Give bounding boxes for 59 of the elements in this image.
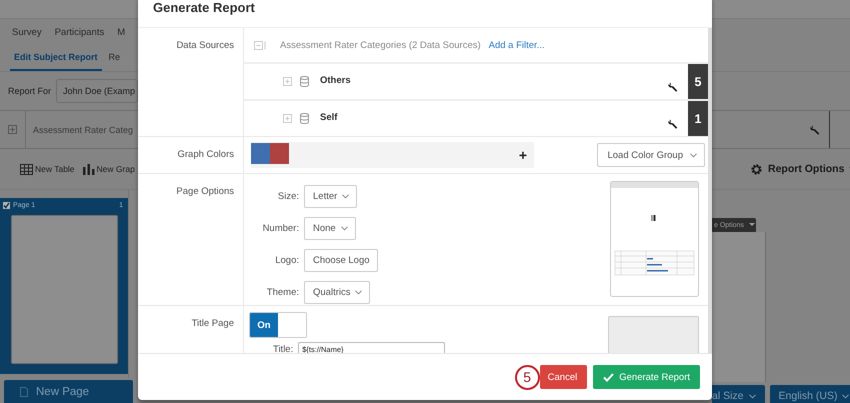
new-page-button[interactable]: New Page [4,380,133,403]
dropdown[interactable]: Qualtrics [304,281,370,304]
field-label: Theme: [266,287,299,298]
settings-icon [750,162,763,176]
new-table-button[interactable]: New Table [20,164,75,174]
report-options-button[interactable]: Report Options [750,162,850,176]
nav-tab[interactable]: M [117,26,126,38]
choose-logo-button[interactable]: Choose Logo [304,249,378,272]
chevron-down-icon [340,226,348,231]
row-label: Data Sources [176,40,234,51]
cancel-button[interactable]: Cancel [540,365,588,389]
chevron-down-icon [748,394,756,398]
sub-tab[interactable]: Edit Subject Report [10,45,102,71]
table-icon [20,164,33,174]
load-color-group-select[interactable]: Load Color Group [597,143,705,167]
sub-tab[interactable]: Re [104,45,124,71]
dropdown[interactable]: None [304,216,356,240]
step-marker: 5 [514,364,540,390]
page-icon [20,386,28,396]
report-for-label: Report For [8,86,52,96]
nav-tab[interactable]: Survey [12,26,42,38]
field-label: Logo: [274,255,299,266]
title-page-toggle[interactable]: On [249,312,307,338]
caret-icon [748,223,755,227]
row-label: Title Page [192,318,234,329]
field-label: Title: [273,344,294,353]
data-source-name: Self [320,111,338,125]
chevron-down-icon [690,152,697,158]
color-swatch[interactable] [251,142,270,164]
chevron-down-icon [342,194,350,199]
wrench-icon[interactable] [667,81,679,93]
field-label: Size: [276,190,299,202]
size-select[interactable]: al Size [712,385,765,403]
add-color-button[interactable]: + [518,147,527,163]
color-swatch[interactable] [270,142,289,164]
count-badge: 1 [688,101,708,136]
data-source-name: Others [320,74,352,88]
page-checkbox[interactable] [3,202,10,209]
field-label: Number: [262,222,299,234]
subject-select[interactable]: John Doe (Examp [56,79,138,103]
dropdown[interactable]: Letter [304,184,358,208]
chevron-down-icon [842,394,850,398]
new-graph-button[interactable]: New Grap [82,164,135,174]
bar-chart-icon [82,164,95,174]
row-label: Page Options [176,186,234,197]
count-badge: 5 [688,64,708,99]
database-icon [300,113,309,124]
check-icon [603,372,614,382]
generate-report-button[interactable]: Generate Report [593,365,700,389]
wrench-icon[interactable] [667,118,679,130]
data-source-group: Assessment Rater Categories (2 Data Sources) [280,40,481,50]
database-icon [300,76,309,87]
chevron-down-icon [355,290,362,296]
nav-tab[interactable]: Participants [54,26,104,38]
add-filter-link[interactable]: Add a Filter... [488,40,545,50]
row-label: Graph Colors [178,149,234,160]
data-source-label: Assessment Rater Categ [25,111,134,148]
language-select[interactable]: English (US) [770,385,850,403]
dialog-title: Generate Report [153,0,255,15]
